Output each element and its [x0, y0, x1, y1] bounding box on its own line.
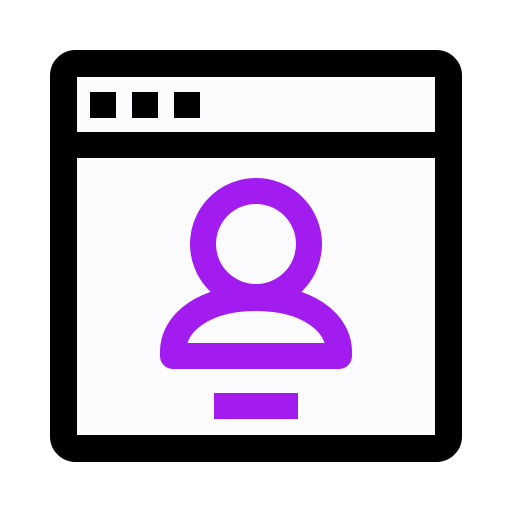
user-underline-bar [214, 393, 298, 419]
window-control-dot [174, 92, 200, 118]
window-frame [50, 50, 462, 462]
browser-window-icon [50, 50, 462, 462]
icon-canvas [0, 0, 512, 512]
window-control-dot [90, 92, 116, 118]
browser-user-profile-icon [50, 50, 462, 462]
window-control-dot [132, 92, 158, 118]
window-controls-icon [90, 92, 200, 118]
